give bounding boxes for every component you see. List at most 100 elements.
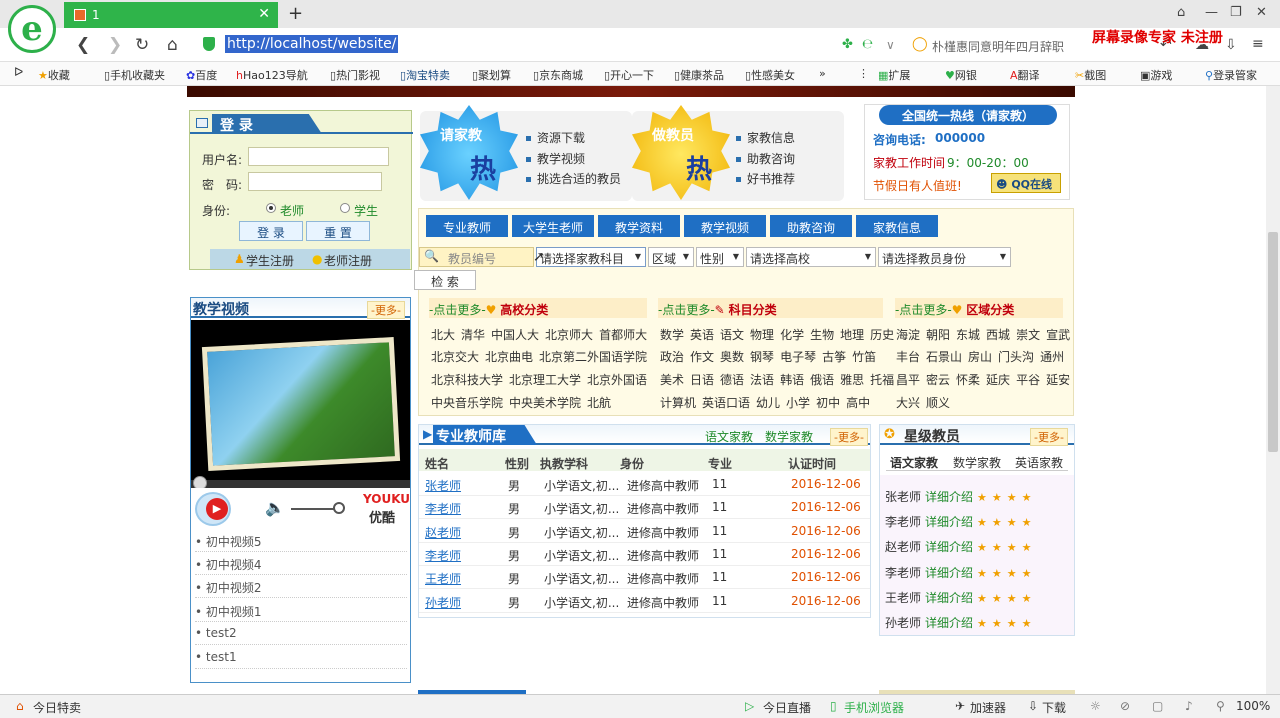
category-link[interactable]: 延安 — [1046, 373, 1070, 387]
category-link[interactable]: 电子琴 — [780, 350, 816, 364]
browser-tab[interactable]: 1 ✕ — [64, 2, 278, 28]
category-link[interactable]: 北航 — [587, 396, 611, 410]
star-teacher-detail-link[interactable]: 详细介绍 — [925, 616, 973, 630]
status-zoom[interactable]: 100% — [1236, 699, 1270, 713]
volume-icon[interactable]: 🔈 — [265, 498, 285, 517]
category-link[interactable]: 美术 — [660, 373, 684, 387]
star-teacher-detail-link[interactable]: 详细介绍 — [925, 515, 973, 529]
category-link[interactable]: 历史 — [870, 328, 894, 342]
category-link[interactable]: 西城 — [986, 328, 1010, 342]
ie-mode-icon[interactable]: ℮ — [862, 37, 873, 52]
video-more-link[interactable]: -更多- — [367, 301, 405, 319]
play-button[interactable]: ▶ — [195, 492, 231, 526]
promo-tutor-badge[interactable]: 做教员 热 — [632, 105, 730, 201]
category-link[interactable]: 丰台 — [896, 350, 920, 364]
category-link[interactable]: 崇文 — [1016, 328, 1040, 342]
bookmark-juhuasuan[interactable]: ▯聚划算 — [472, 67, 511, 83]
promo-tutor-link[interactable]: 助教咨询 — [736, 150, 795, 167]
category-link[interactable]: 中央美术学院 — [509, 396, 581, 410]
category-link[interactable]: 北京交大 — [431, 350, 479, 364]
scrollbar-thumb[interactable] — [1268, 232, 1278, 452]
skin-icon[interactable]: ⌂ — [1177, 5, 1185, 20]
volume-handle[interactable] — [333, 502, 345, 514]
video-list-item[interactable]: • 初中视频1 — [195, 599, 407, 622]
category-link[interactable]: 大兴 — [896, 396, 920, 410]
category-link[interactable]: 北大 — [431, 328, 455, 342]
role-student-radio[interactable] — [340, 203, 350, 213]
compat-mode-icon[interactable]: ✤ — [842, 37, 853, 52]
video-list-item[interactable]: • test1 — [195, 646, 407, 669]
teacher-no-field[interactable]: 🔍 教员编号 — [419, 247, 534, 267]
bookmark-hao123[interactable]: hHao123导航 — [236, 67, 308, 83]
category-link[interactable]: 高中 — [846, 396, 870, 410]
category-link[interactable]: 幼儿 — [756, 396, 780, 410]
library-more-link[interactable]: -更多- — [830, 428, 868, 446]
school-select[interactable]: 请选择高校 — [746, 247, 876, 267]
gender-select[interactable]: 性别 — [696, 247, 744, 267]
forward-icon[interactable]: ❯ — [108, 35, 122, 55]
subject-more-link[interactable]: -点击更多- — [658, 303, 715, 317]
student-register-link[interactable]: 学生注册 — [246, 252, 294, 269]
category-link[interactable]: 古筝 — [822, 350, 846, 364]
category-link[interactable]: 北京理工大学 — [509, 373, 581, 387]
star-teacher-detail-link[interactable]: 详细介绍 — [925, 566, 973, 580]
category-link[interactable]: 小学 — [786, 396, 810, 410]
tool-login-manager[interactable]: ⚲登录管家 — [1205, 67, 1257, 83]
library-tab-math[interactable]: 数学家教 — [765, 428, 813, 445]
cell-name[interactable]: 孙老师 — [425, 594, 461, 611]
tab-materials[interactable]: 教学资料 — [598, 215, 680, 237]
status-download[interactable]: 下载 — [1042, 699, 1066, 716]
username-input[interactable] — [248, 147, 389, 166]
category-link[interactable]: 海淀 — [896, 328, 920, 342]
video-list-item[interactable]: • 初中视频2 — [195, 575, 407, 598]
star-more-link[interactable]: -更多- — [1030, 428, 1068, 446]
category-link[interactable]: 石景山 — [926, 350, 962, 364]
category-link[interactable]: 英语 — [690, 328, 714, 342]
category-link[interactable]: 生物 — [810, 328, 834, 342]
bookmark-favorites[interactable]: ★收藏 — [38, 67, 70, 83]
table-row[interactable]: 王老师 男 小学语文,初... 进修高中教师 11 2016-12-06 — [419, 566, 870, 590]
school-more-link[interactable]: -点击更多- — [429, 303, 486, 317]
search-button[interactable]: 检 索 — [414, 270, 476, 290]
category-link[interactable]: 语文 — [720, 328, 744, 342]
bookmark-taobao[interactable]: ▯淘宝特卖 — [400, 67, 450, 83]
category-link[interactable]: 雅思 — [840, 373, 864, 387]
status-zoom-icon[interactable]: ⚲ — [1216, 699, 1225, 713]
category-link[interactable]: 北京外国语 — [587, 373, 647, 387]
category-link[interactable]: 北京曲电 — [485, 350, 533, 364]
category-link[interactable]: 计算机 — [660, 396, 696, 410]
sidebar-toggle-icon[interactable]: ᐅ — [14, 65, 23, 79]
category-link[interactable]: 北京科技大学 — [431, 373, 503, 387]
bookmark-fun[interactable]: ▯开心一下 — [604, 67, 654, 83]
table-row[interactable]: 孙老师 男 小学语文,初... 进修高中教师 11 2016-12-06 — [419, 590, 870, 613]
bookmark-mobile[interactable]: ▯手机收藏夹 — [104, 67, 165, 83]
tab-college-teacher[interactable]: 大学生老师 — [512, 215, 594, 237]
library-tab-chinese[interactable]: 语文家教 — [705, 428, 753, 445]
category-link[interactable]: 门头沟 — [998, 350, 1034, 364]
back-icon[interactable]: ❮ — [76, 35, 90, 55]
region-more-link[interactable]: -点击更多- — [895, 303, 952, 317]
category-link[interactable]: 德语 — [720, 373, 744, 387]
teacher-register-link[interactable]: 老师注册 — [324, 252, 372, 269]
table-row[interactable]: 李老师 男 小学语文,初... 进修高中教师 11 2016-12-06 — [419, 543, 870, 566]
status-window-icon[interactable]: ▢ — [1152, 699, 1163, 713]
category-link[interactable]: 地理 — [840, 328, 864, 342]
home-icon[interactable]: ⌂ — [167, 35, 178, 55]
star-teacher-detail-link[interactable]: 详细介绍 — [925, 490, 973, 504]
category-link[interactable]: 宣武 — [1046, 328, 1070, 342]
tab-videos[interactable]: 教学视频 — [684, 215, 766, 237]
role-teacher-radio[interactable] — [266, 203, 276, 213]
category-link[interactable]: 法语 — [750, 373, 774, 387]
promo-tutor-link[interactable]: 家教信息 — [736, 129, 795, 146]
category-link[interactable]: 北京第二外国语学院 — [539, 350, 647, 364]
category-link[interactable]: 钢琴 — [750, 350, 774, 364]
promo-family-link[interactable]: 资源下载 — [526, 129, 585, 146]
new-tab-icon[interactable]: + — [288, 3, 303, 24]
status-mobile-browser[interactable]: 手机浏览器 — [844, 699, 904, 716]
promo-tutor-link[interactable]: 好书推荐 — [736, 170, 795, 187]
category-link[interactable]: 延庆 — [986, 373, 1010, 387]
video-list-item[interactable]: • 初中视频4 — [195, 552, 407, 575]
tool-extensions[interactable]: ▦扩展 — [878, 67, 910, 83]
tab-consult[interactable]: 助教咨询 — [770, 215, 852, 237]
login-button[interactable]: 登 录 — [239, 221, 303, 241]
